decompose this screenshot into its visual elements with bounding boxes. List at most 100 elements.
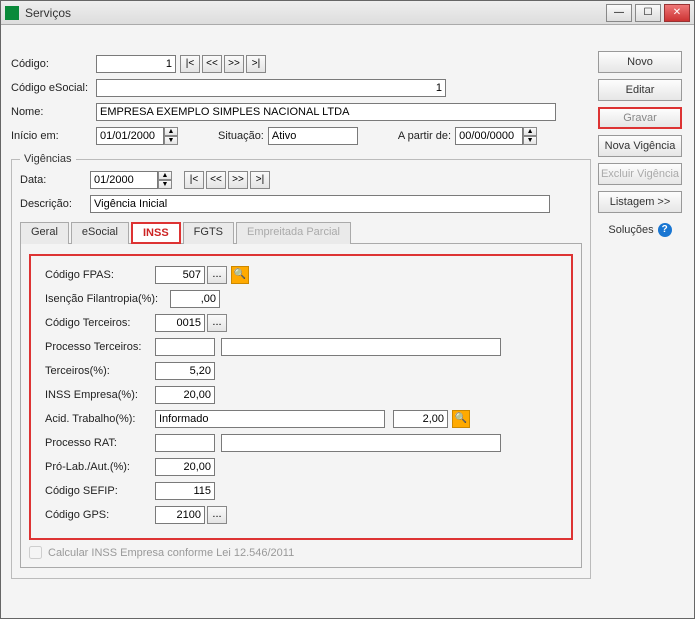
cod-terc-input[interactable] <box>155 314 205 332</box>
fpas-label: Código FPAS: <box>45 269 155 281</box>
solucoes-label[interactable]: Soluções <box>608 224 653 236</box>
vigencias-fieldset: Vigências Data: ▲ ▼ |< << >> >| <box>11 153 591 579</box>
listagem-button[interactable]: Listagem >> <box>598 191 682 213</box>
apartir-down[interactable]: ▼ <box>523 136 537 145</box>
proc-rat-input[interactable] <box>155 434 215 452</box>
inicio-input[interactable] <box>96 127 164 145</box>
help-icon[interactable]: ? <box>658 223 672 237</box>
vig-nav-last[interactable]: >| <box>250 171 270 189</box>
inss-emp-row: INSS Empresa(%): <box>45 386 557 404</box>
codigo-nav: |< << >> >| <box>180 55 266 73</box>
vig-data-input[interactable] <box>90 171 158 189</box>
main-form: Código: |< << >> >| Código eSocial: Nome… <box>11 55 591 579</box>
vig-nav: |< << >> >| <box>184 171 270 189</box>
window-title: Serviços <box>25 6 606 20</box>
nome-input[interactable] <box>96 103 556 121</box>
codigo-row: Código: |< << >> >| <box>11 55 591 73</box>
tab-geral[interactable]: Geral <box>20 222 69 244</box>
vig-data-row: Data: ▲ ▼ |< << >> >| <box>20 171 582 189</box>
acid-value[interactable] <box>393 410 448 428</box>
editar-button[interactable]: Editar <box>598 79 682 101</box>
gravar-button[interactable]: Gravar <box>598 107 682 129</box>
vigencias-legend: Vigências <box>20 153 76 165</box>
vig-data-up[interactable]: ▲ <box>158 171 172 180</box>
terc-pct-input[interactable] <box>155 362 215 380</box>
inicio-label: Início em: <box>11 130 96 142</box>
isencao-row: Isenção Filantropia(%): <box>45 290 557 308</box>
codigo-label: Código: <box>11 58 96 70</box>
acid-search-icon[interactable]: 🔍 <box>452 410 470 428</box>
nav-last[interactable]: >| <box>246 55 266 73</box>
vig-data-label: Data: <box>20 174 90 186</box>
nav-prev[interactable]: << <box>202 55 222 73</box>
apartir-up[interactable]: ▲ <box>523 127 537 136</box>
tab-inss[interactable]: INSS <box>131 222 181 244</box>
cod-terc-lookup[interactable]: ... <box>207 314 227 332</box>
proc-terc-input[interactable] <box>155 338 215 356</box>
isencao-input[interactable] <box>170 290 220 308</box>
tabs: Geral eSocial INSS FGTS Empreitada Parci… <box>20 221 582 244</box>
nome-label: Nome: <box>11 106 96 118</box>
maximize-button[interactable]: ☐ <box>635 4 661 22</box>
prolab-row: Pró-Lab./Aut.(%): <box>45 458 557 476</box>
vig-data-down[interactable]: ▼ <box>158 180 172 189</box>
terc-pct-label: Terceiros(%): <box>45 365 155 377</box>
fpas-row: Código FPAS: ... 🔍 <box>45 266 557 284</box>
nav-first[interactable]: |< <box>180 55 200 73</box>
vig-nav-prev[interactable]: << <box>206 171 226 189</box>
app-icon <box>5 6 19 20</box>
tab-fgts[interactable]: FGTS <box>183 222 234 244</box>
proc-terc-row: Processo Terceiros: <box>45 338 557 356</box>
window-buttons: — ☐ ✕ <box>606 4 690 22</box>
apartir-spin: ▲ ▼ <box>455 127 537 145</box>
codigo-esocial-label: Código eSocial: <box>11 82 96 94</box>
apartir-input[interactable] <box>455 127 523 145</box>
codigo-input[interactable] <box>96 55 176 73</box>
fpas-lookup[interactable]: ... <box>207 266 227 284</box>
situacao-label: Situação: <box>218 130 264 142</box>
titlebar: Serviços — ☐ ✕ <box>1 1 694 25</box>
calc-inss-checkbox[interactable] <box>29 546 42 559</box>
solucoes-row: Soluções ? <box>598 219 682 241</box>
situacao-input[interactable] <box>268 127 358 145</box>
tab-esocial[interactable]: eSocial <box>71 222 129 244</box>
proc-rat-label: Processo RAT: <box>45 437 155 449</box>
codigo-esocial-input[interactable] <box>96 79 446 97</box>
acid-select[interactable] <box>155 410 385 428</box>
client-area: Novo Editar Gravar Nova Vigência Excluir… <box>1 25 694 618</box>
tab-body-inss: Código FPAS: ... 🔍 Isenção Filantropia(%… <box>20 244 582 568</box>
excluir-vigencia-button[interactable]: Excluir Vigência <box>598 163 682 185</box>
inicio-spin: ▲ ▼ <box>96 127 178 145</box>
vig-nav-next[interactable]: >> <box>228 171 248 189</box>
inicio-down[interactable]: ▼ <box>164 136 178 145</box>
minimize-button[interactable]: — <box>606 4 632 22</box>
window: Serviços — ☐ ✕ Novo Editar Gravar Nova V… <box>0 0 695 619</box>
gps-lookup[interactable]: ... <box>207 506 227 524</box>
cod-terc-row: Código Terceiros: ... <box>45 314 557 332</box>
close-button[interactable]: ✕ <box>664 4 690 22</box>
sefip-input[interactable] <box>155 482 215 500</box>
side-buttons: Novo Editar Gravar Nova Vigência Excluir… <box>598 51 682 241</box>
nova-vigencia-button[interactable]: Nova Vigência <box>598 135 682 157</box>
novo-button[interactable]: Novo <box>598 51 682 73</box>
isencao-label: Isenção Filantropia(%): <box>45 293 170 305</box>
calc-inss-label: Calcular INSS Empresa conforme Lei 12.54… <box>48 547 294 559</box>
nome-row: Nome: <box>11 103 591 121</box>
vig-desc-row: Descrição: <box>20 195 582 213</box>
tab-empreitada[interactable]: Empreitada Parcial <box>236 222 351 244</box>
proc-terc-label: Processo Terceiros: <box>45 341 155 353</box>
fpas-search-icon[interactable]: 🔍 <box>231 266 249 284</box>
calc-inss-row: Calcular INSS Empresa conforme Lei 12.54… <box>29 546 573 559</box>
inss-highlight-box: Código FPAS: ... 🔍 Isenção Filantropia(%… <box>29 254 573 540</box>
vig-nav-first[interactable]: |< <box>184 171 204 189</box>
gps-input[interactable] <box>155 506 205 524</box>
proc-rat-desc[interactable] <box>221 434 501 452</box>
inicio-up[interactable]: ▲ <box>164 127 178 136</box>
inss-emp-input[interactable] <box>155 386 215 404</box>
nav-next[interactable]: >> <box>224 55 244 73</box>
vig-desc-input[interactable] <box>90 195 550 213</box>
fpas-input[interactable] <box>155 266 205 284</box>
proc-terc-desc[interactable] <box>221 338 501 356</box>
prolab-label: Pró-Lab./Aut.(%): <box>45 461 155 473</box>
prolab-input[interactable] <box>155 458 215 476</box>
